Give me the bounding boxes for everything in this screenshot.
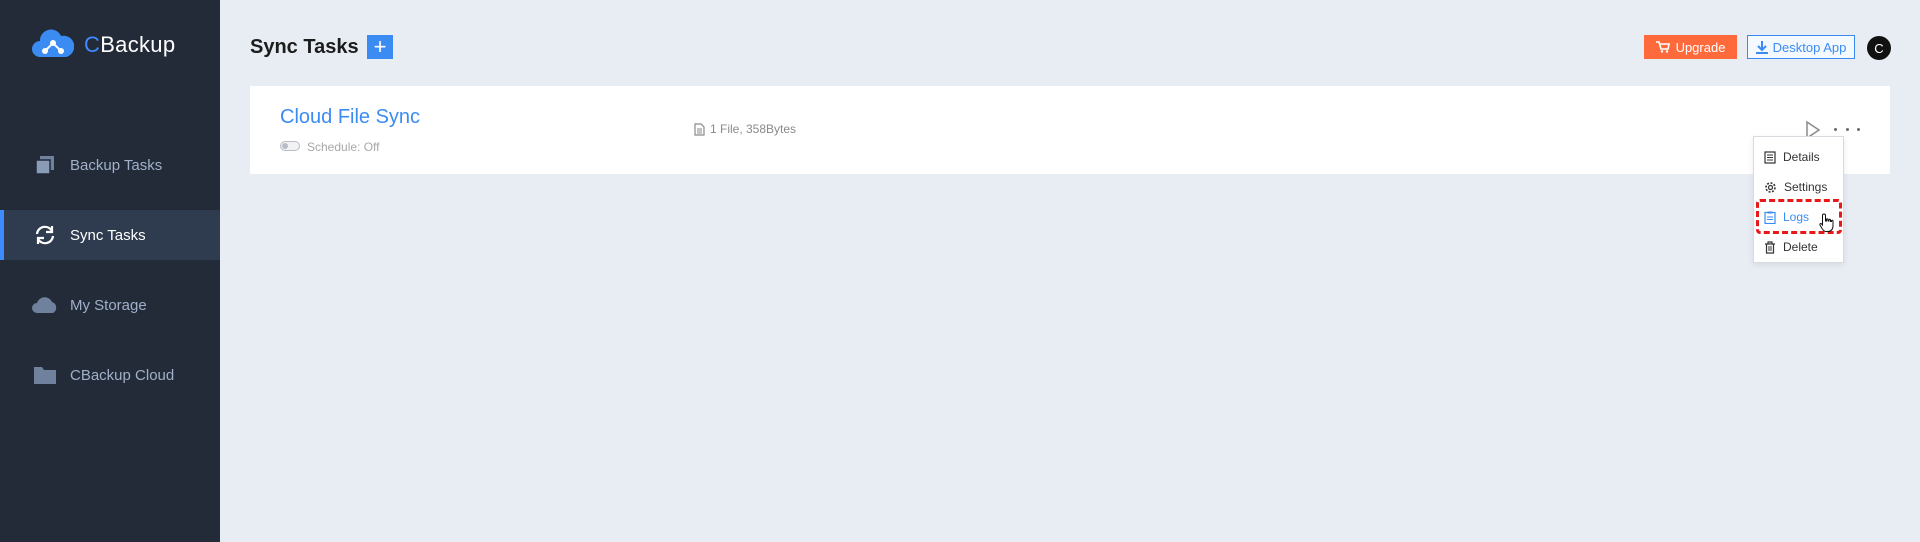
menu-item-settings[interactable]: Settings (1764, 177, 1827, 197)
sidebar-item-sync-tasks[interactable]: Sync Tasks (0, 210, 220, 260)
sidebar-item-cbackup-cloud[interactable]: CBackup Cloud (0, 350, 220, 400)
file-info: 1 File, 358Bytes (694, 122, 796, 136)
menu-item-delete[interactable]: Delete (1764, 237, 1818, 257)
app-logo[interactable]: CBackup (32, 26, 175, 64)
task-name[interactable]: Cloud File Sync (280, 106, 420, 129)
details-icon (1764, 150, 1776, 164)
dot (1845, 127, 1849, 131)
schedule-toggle[interactable] (280, 141, 300, 151)
gear-icon (1765, 181, 1776, 193)
sync-icon (32, 222, 58, 248)
cloud-icon (32, 292, 58, 318)
user-avatar[interactable]: C (1867, 36, 1891, 60)
sidebar-item-label: CBackup Cloud (70, 366, 175, 384)
add-sync-task-button[interactable]: + (367, 35, 393, 59)
more-options-button[interactable] (1834, 122, 1860, 136)
sidebar-item-label: My Storage (70, 296, 147, 314)
dot (1834, 127, 1837, 131)
desktop-app-button[interactable]: Desktop App (1747, 35, 1855, 59)
folder-icon (32, 362, 58, 388)
toggle-knob (282, 143, 288, 149)
trash-icon (1765, 240, 1775, 254)
dot (1857, 127, 1860, 131)
sidebar-item-backup-tasks[interactable]: Backup Tasks (0, 140, 220, 190)
schedule-status: Schedule: Off (307, 140, 380, 154)
sidebar: CBackup Backup Tasks Sync Tasks My Stora… (0, 0, 220, 542)
cbackup-logo-icon (32, 29, 74, 57)
menu-item-label: Settings (1784, 180, 1828, 194)
app-name: CBackup (84, 32, 176, 57)
desktop-app-label: Desktop App (1772, 39, 1847, 55)
sidebar-item-label: Backup Tasks (70, 156, 163, 174)
upgrade-button[interactable]: Upgrade (1644, 35, 1737, 59)
menu-item-label: Delete (1783, 240, 1818, 254)
hand-cursor-icon (1819, 213, 1834, 232)
upgrade-label: Upgrade (1675, 39, 1726, 55)
task-card: Cloud File Sync Schedule: Off 1 File, 35… (250, 86, 1890, 174)
menu-item-details[interactable]: Details (1764, 147, 1820, 167)
backup-tasks-icon (32, 152, 58, 178)
sidebar-item-my-storage[interactable]: My Storage (0, 280, 220, 330)
menu-item-label: Details (1783, 150, 1820, 164)
file-info-text: 1 File, 358Bytes (710, 122, 797, 136)
page-title: Sync Tasks (250, 36, 359, 58)
download-icon (1755, 40, 1768, 54)
cart-icon (1655, 41, 1670, 53)
sidebar-item-label: Sync Tasks (70, 226, 146, 244)
document-icon (694, 122, 705, 136)
